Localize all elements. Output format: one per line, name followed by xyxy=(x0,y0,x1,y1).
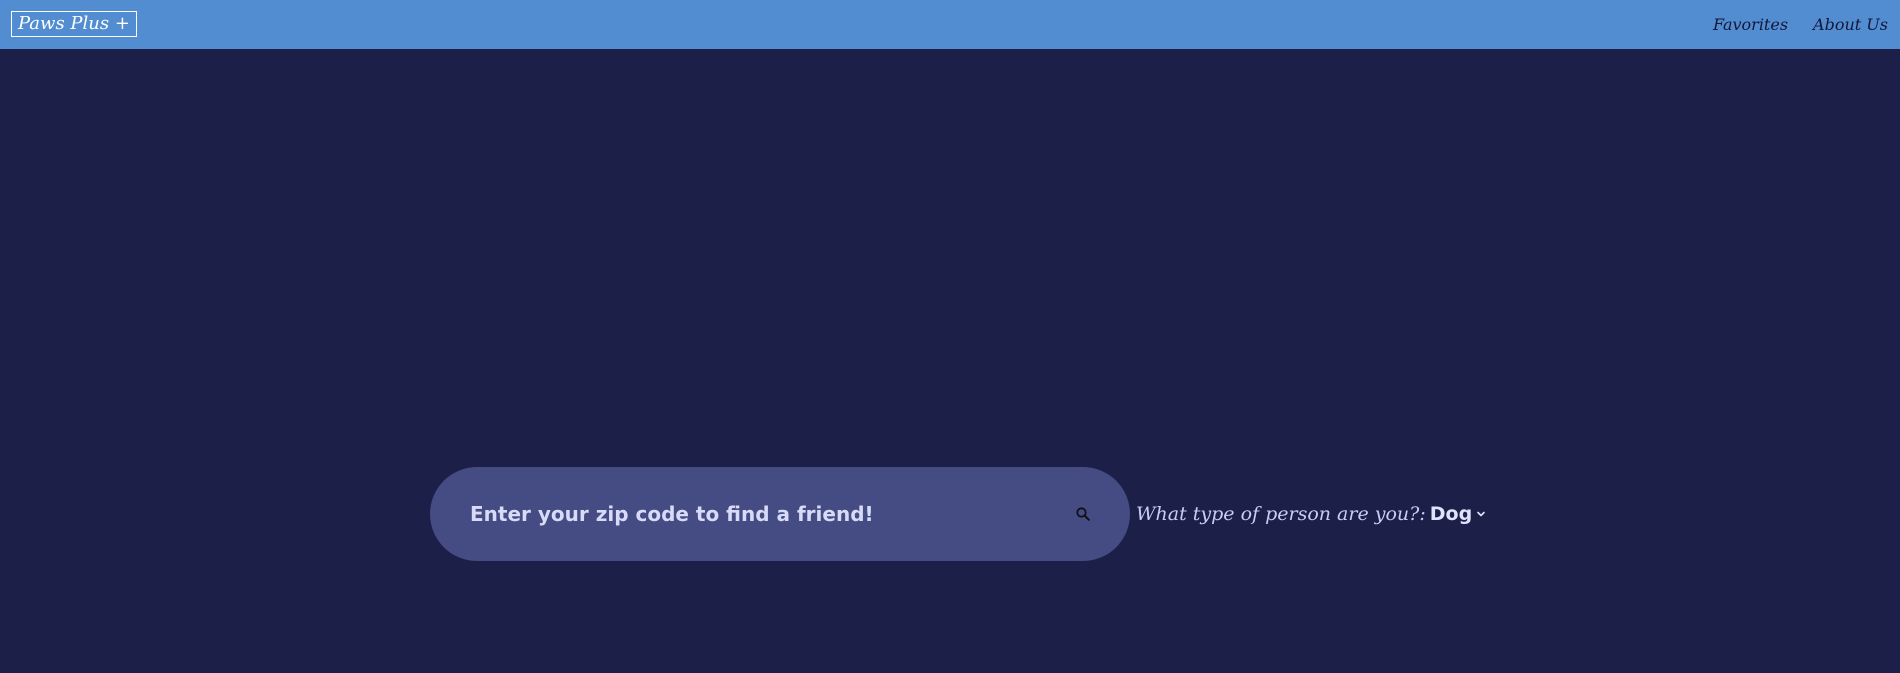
top-navbar: Paws Plus + Favorites About Us xyxy=(0,0,1900,49)
chevron-down-icon xyxy=(1477,511,1485,517)
search-row: What type of person are you?: Dog xyxy=(430,467,1486,561)
nav-link-favorites[interactable]: Favorites xyxy=(1713,15,1788,34)
person-type-label: What type of person are you?: xyxy=(1136,503,1426,525)
search-bar xyxy=(430,467,1130,561)
person-type-selector: What type of person are you?: Dog xyxy=(1136,503,1486,525)
person-type-dropdown[interactable]: Dog xyxy=(1430,503,1486,525)
brand-logo-link[interactable]: Paws Plus + xyxy=(11,11,137,37)
nav-links: Favorites About Us xyxy=(1713,0,1900,49)
nav-link-about-us[interactable]: About Us xyxy=(1813,15,1888,34)
search-icon[interactable] xyxy=(1076,507,1090,521)
person-type-selected-value: Dog xyxy=(1429,503,1473,525)
zip-code-input[interactable] xyxy=(470,494,1050,534)
